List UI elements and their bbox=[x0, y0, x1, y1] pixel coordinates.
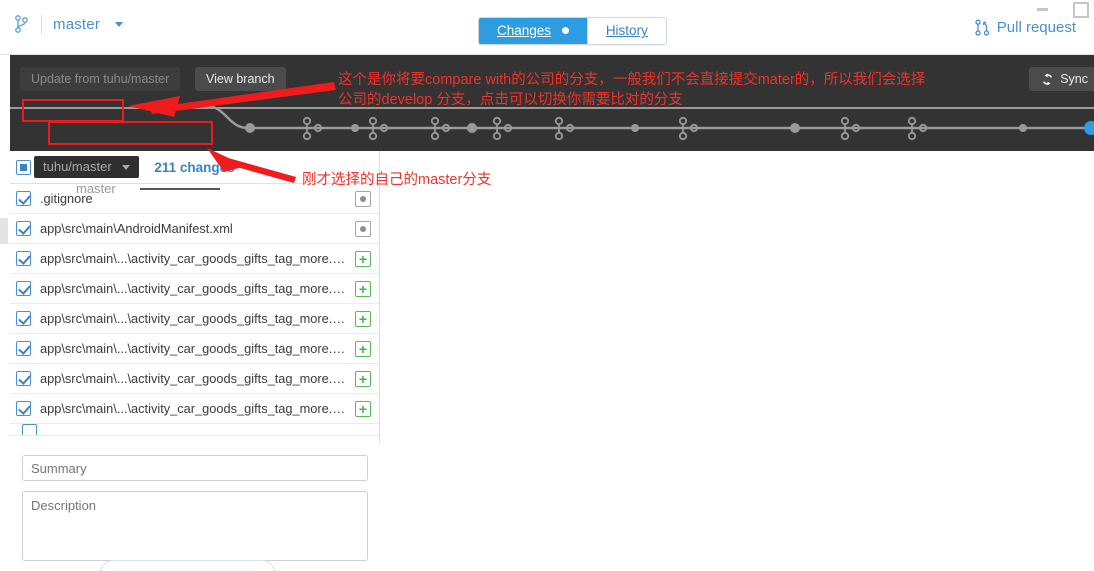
file-row[interactable]: app\src\main\...\activity_car_goods_gift… bbox=[10, 394, 379, 424]
file-added-icon bbox=[355, 400, 371, 417]
compare-branch-dropdown[interactable]: tuhu/master bbox=[34, 156, 140, 178]
file-path-label: app\src\main\AndroidManifest.xml bbox=[40, 221, 233, 236]
unsaved-dot-icon bbox=[561, 27, 569, 34]
file-row[interactable]: app\src\main\...\activity_car_goods_gift… bbox=[10, 304, 379, 334]
file-row[interactable]: app\src\main\...\activity_car_goods_gift… bbox=[10, 334, 379, 364]
compare-branch-label: tuhu/master bbox=[43, 159, 112, 174]
file-modified-icon bbox=[355, 220, 371, 237]
head-commit-node bbox=[1084, 121, 1094, 135]
file-added-icon bbox=[355, 280, 371, 297]
tab-changes[interactable]: Changes bbox=[479, 18, 587, 44]
summary-input[interactable] bbox=[22, 455, 368, 481]
file-checkbox[interactable] bbox=[16, 341, 31, 356]
file-path-label: app\src\main\...\activity_car_goods_gift… bbox=[40, 311, 346, 326]
tab-changes-label: Changes bbox=[497, 23, 552, 38]
minimize-icon[interactable] bbox=[1034, 0, 1052, 16]
pull-request-label: Pull request bbox=[996, 19, 1076, 36]
file-checkbox[interactable] bbox=[22, 424, 37, 435]
branch-name-label: master bbox=[53, 15, 101, 33]
file-row[interactable]: app\src\main\AndroidManifest.xml bbox=[10, 214, 379, 244]
annotation-note-compare-line1: 这个是你将要compare with的公司的分支，一般我们不会直接提交mater… bbox=[338, 72, 926, 88]
vertical-scrollbar[interactable] bbox=[0, 218, 8, 244]
file-checkbox[interactable] bbox=[16, 371, 31, 386]
file-path-label: app\src\main\...\activity_car_goods_gift… bbox=[40, 251, 346, 266]
file-path-label: app\src\main\...\activity_car_goods_gift… bbox=[40, 281, 346, 296]
view-branch-button[interactable]: View branch bbox=[195, 67, 286, 91]
chevron-down-icon bbox=[122, 165, 131, 171]
branch-icon bbox=[15, 15, 28, 33]
github-desktop-window: master Changes History Pull request Upda… bbox=[0, 0, 1094, 571]
file-path-label: app\src\main\...\activity_car_goods_gift… bbox=[40, 401, 346, 416]
tab-history[interactable]: History bbox=[586, 18, 666, 44]
file-added-icon bbox=[355, 370, 371, 387]
file-list: .gitignore app\src\main\AndroidManifest.x… bbox=[10, 184, 379, 424]
file-path-label: app\src\main\...\activity_car_goods_gift… bbox=[40, 341, 346, 356]
file-path-label: app\src\main\...\activity_car_goods_gift… bbox=[40, 371, 346, 386]
current-branch-selector[interactable]: master bbox=[14, 14, 124, 34]
annotation-box-compare-branch bbox=[22, 99, 124, 122]
file-row[interactable]: app\src\main\...\activity_car_goods_gift… bbox=[10, 244, 379, 274]
file-row[interactable]: app\src\main\...\activity_car_goods_gift… bbox=[10, 274, 379, 304]
file-checkbox[interactable] bbox=[16, 251, 31, 266]
commit-form bbox=[10, 443, 380, 571]
view-tabs: Changes History bbox=[478, 17, 667, 45]
pull-request-button[interactable]: Pull request bbox=[975, 19, 1076, 36]
update-from-branch-button[interactable]: Update from tuhu/master bbox=[20, 67, 181, 91]
divider bbox=[41, 14, 42, 34]
file-added-icon bbox=[355, 340, 371, 357]
local-branch-track-line bbox=[140, 188, 220, 190]
annotation-box-local-branch bbox=[48, 121, 213, 145]
file-checkbox[interactable] bbox=[16, 311, 31, 326]
window-controls bbox=[1034, 0, 1089, 18]
file-checkbox[interactable] bbox=[16, 221, 31, 236]
title-bar: master Changes History Pull request bbox=[0, 0, 1094, 55]
file-row-partial[interactable] bbox=[10, 424, 379, 436]
chevron-down-icon bbox=[115, 21, 124, 27]
tab-history-label: History bbox=[605, 23, 648, 38]
file-added-icon bbox=[355, 310, 371, 327]
annotation-note-compare-line2: 公司的develop 分支，点击可以切换你需要比对的分支 bbox=[338, 92, 683, 108]
local-branch-label-row: master bbox=[68, 179, 124, 198]
annotation-note-compare: 这个是你将要compare with的公司的分支，一般我们不会直接提交mater… bbox=[338, 70, 925, 110]
pull-request-icon bbox=[975, 19, 989, 36]
refresh-icon bbox=[1043, 73, 1053, 85]
file-checkbox[interactable] bbox=[16, 401, 31, 416]
file-added-icon bbox=[355, 250, 371, 267]
file-modified-icon bbox=[355, 190, 371, 207]
sync-button[interactable]: Sync bbox=[1029, 67, 1094, 91]
file-row[interactable]: app\src\main\...\activity_car_goods_gift… bbox=[10, 364, 379, 394]
sync-label: Sync bbox=[1060, 72, 1088, 86]
file-checkbox[interactable] bbox=[16, 191, 31, 206]
maximize-icon[interactable] bbox=[1070, 0, 1089, 18]
file-checkbox[interactable] bbox=[16, 281, 31, 296]
commit-button[interactable] bbox=[100, 560, 275, 571]
description-input[interactable] bbox=[22, 491, 368, 561]
local-branch-label: master bbox=[76, 181, 116, 196]
annotation-note-local: 刚才选择的自己的master分支 bbox=[302, 172, 492, 188]
